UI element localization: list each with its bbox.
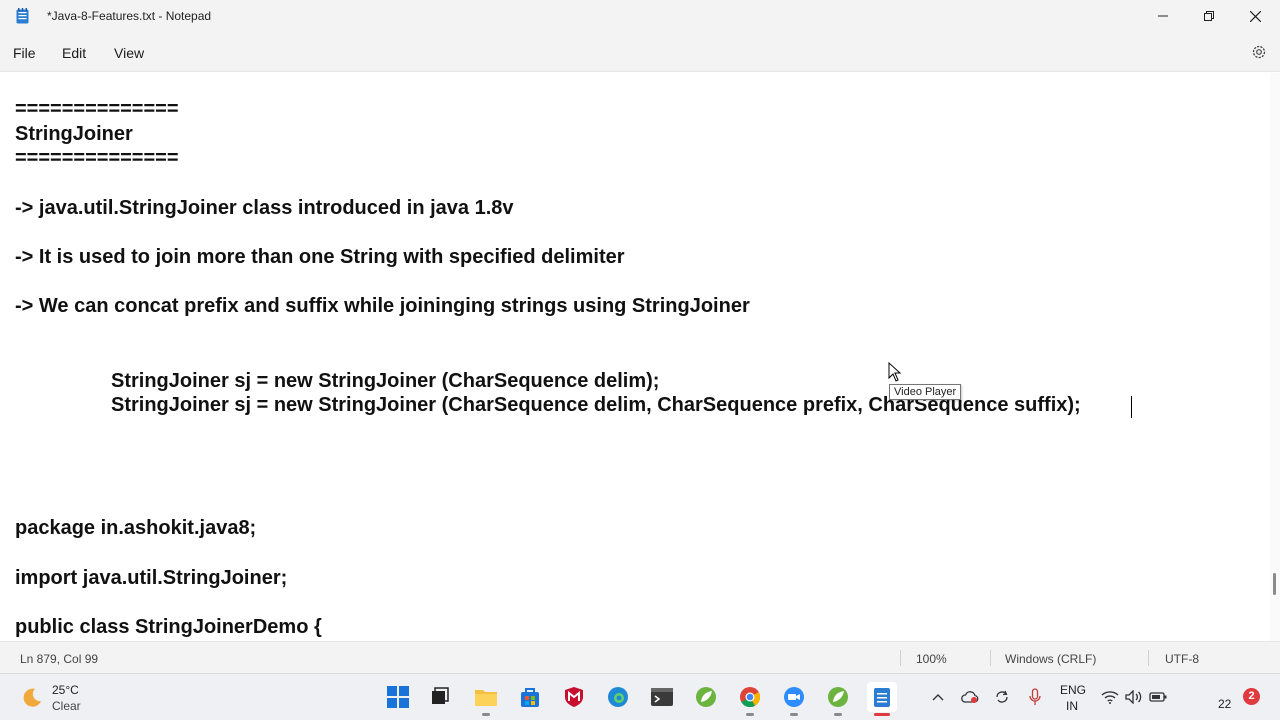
text-line: import java.util.StringJoiner; [15, 567, 288, 589]
cloud-icon [961, 691, 979, 703]
running-indicator [482, 713, 490, 716]
status-divider [990, 650, 991, 666]
text-line: ============== [15, 147, 179, 169]
notification-badge[interactable]: 2 [1243, 688, 1260, 705]
zoom-level[interactable]: 100% [916, 652, 947, 666]
notepad-icon [16, 8, 29, 24]
menu-view[interactable]: View [114, 45, 144, 61]
notepad-icon [874, 688, 890, 707]
leaf-icon [696, 687, 716, 707]
taskbar-edge[interactable] [603, 682, 633, 712]
minimize-button[interactable] [1140, 0, 1186, 32]
vertical-scrollbar[interactable] [1270, 73, 1280, 641]
tooltip: Video Player [889, 384, 962, 400]
input-region[interactable]: IN [1066, 699, 1078, 713]
taskbar-mcafee[interactable] [559, 682, 589, 712]
moon-icon[interactable] [20, 686, 44, 710]
tray-volume[interactable] [1125, 688, 1143, 706]
status-divider [1148, 650, 1149, 666]
taskbar-file-explorer[interactable] [471, 682, 501, 716]
status-divider [900, 650, 901, 666]
sync-icon [996, 690, 1008, 703]
maximize-button[interactable] [1186, 0, 1232, 32]
minimize-icon [1158, 15, 1168, 17]
taskbar: 25°C Clear ENG IN 22 2 [0, 673, 1280, 720]
text-caret [1131, 396, 1132, 418]
text-line: ============== [15, 98, 179, 120]
battery-icon [1149, 692, 1167, 702]
close-icon [1249, 10, 1261, 22]
weather-description[interactable]: Clear [52, 699, 81, 713]
restore-icon [1204, 11, 1214, 21]
title-bar: *Java-8-Features.txt - Notepad [0, 0, 1280, 32]
text-line: public class StringJoinerDemo { [15, 616, 322, 638]
windows-logo-icon [387, 686, 409, 708]
running-indicator [834, 713, 842, 716]
tray-onedrive[interactable] [961, 688, 979, 706]
tray-microphone[interactable] [1026, 688, 1044, 706]
tray-battery[interactable] [1149, 688, 1167, 706]
close-button[interactable] [1232, 0, 1278, 32]
task-view-icon [432, 687, 449, 704]
taskbar-terminal[interactable] [647, 682, 677, 712]
menu-bar: File Edit View [0, 32, 1280, 72]
chrome-icon [740, 687, 761, 708]
menu-file[interactable]: File [13, 45, 36, 61]
text-line: StringJoiner sj = new StringJoiner (Char… [111, 370, 660, 392]
taskbar-chrome[interactable] [735, 682, 765, 716]
text-line: package in.ashokit.java8; [15, 517, 257, 539]
text-line: StringJoiner [15, 123, 133, 145]
running-indicator [874, 713, 890, 716]
taskbar-spring-tool[interactable] [691, 682, 721, 712]
taskbar-zoom[interactable] [779, 682, 809, 716]
mouse-pointer-icon [888, 362, 902, 382]
cursor-position: Ln 879, Col 99 [20, 652, 99, 666]
text-editor[interactable]: ============== StringJoiner ============… [0, 73, 1270, 641]
taskbar-store[interactable] [515, 682, 545, 712]
running-indicator [746, 713, 754, 716]
store-icon [521, 688, 539, 707]
wifi-icon [1101, 691, 1119, 704]
scrollbar-thumb[interactable] [1273, 573, 1276, 595]
microphone-icon [1029, 688, 1041, 705]
shield-icon [565, 687, 583, 707]
menu-edit[interactable]: Edit [62, 45, 86, 61]
speaker-icon [1125, 690, 1142, 704]
taskbar-task-view[interactable] [425, 682, 455, 712]
edge-icon [608, 687, 628, 707]
folder-icon [475, 690, 497, 706]
line-ending[interactable]: Windows (CRLF) [1005, 652, 1096, 666]
text-line: -> java.util.StringJoiner class introduc… [15, 197, 514, 219]
clock[interactable]: 22 [1218, 697, 1231, 711]
status-bar: Ln 879, Col 99 100% Windows (CRLF) UTF-8 [0, 641, 1280, 673]
input-language[interactable]: ENG [1060, 683, 1086, 697]
terminal-icon [651, 688, 673, 706]
tray-overflow[interactable] [929, 688, 947, 706]
tray-sync[interactable] [993, 688, 1011, 706]
chevron-up-icon [932, 694, 944, 701]
window-title: *Java-8-Features.txt - Notepad [47, 9, 212, 23]
encoding[interactable]: UTF-8 [1165, 652, 1199, 666]
taskbar-notepad[interactable] [867, 682, 897, 716]
text-line: -> It is used to join more than one Stri… [15, 246, 625, 268]
taskbar-spring-tool-2[interactable] [823, 682, 853, 716]
running-indicator [790, 713, 798, 716]
leaf-icon [828, 687, 848, 707]
text-line: -> We can concat prefix and suffix while… [15, 295, 750, 317]
video-camera-icon [784, 687, 804, 707]
weather-temperature[interactable]: 25°C [52, 683, 79, 697]
gear-icon[interactable] [1250, 43, 1268, 61]
start-button[interactable] [383, 682, 413, 712]
tray-wifi[interactable] [1101, 688, 1119, 706]
